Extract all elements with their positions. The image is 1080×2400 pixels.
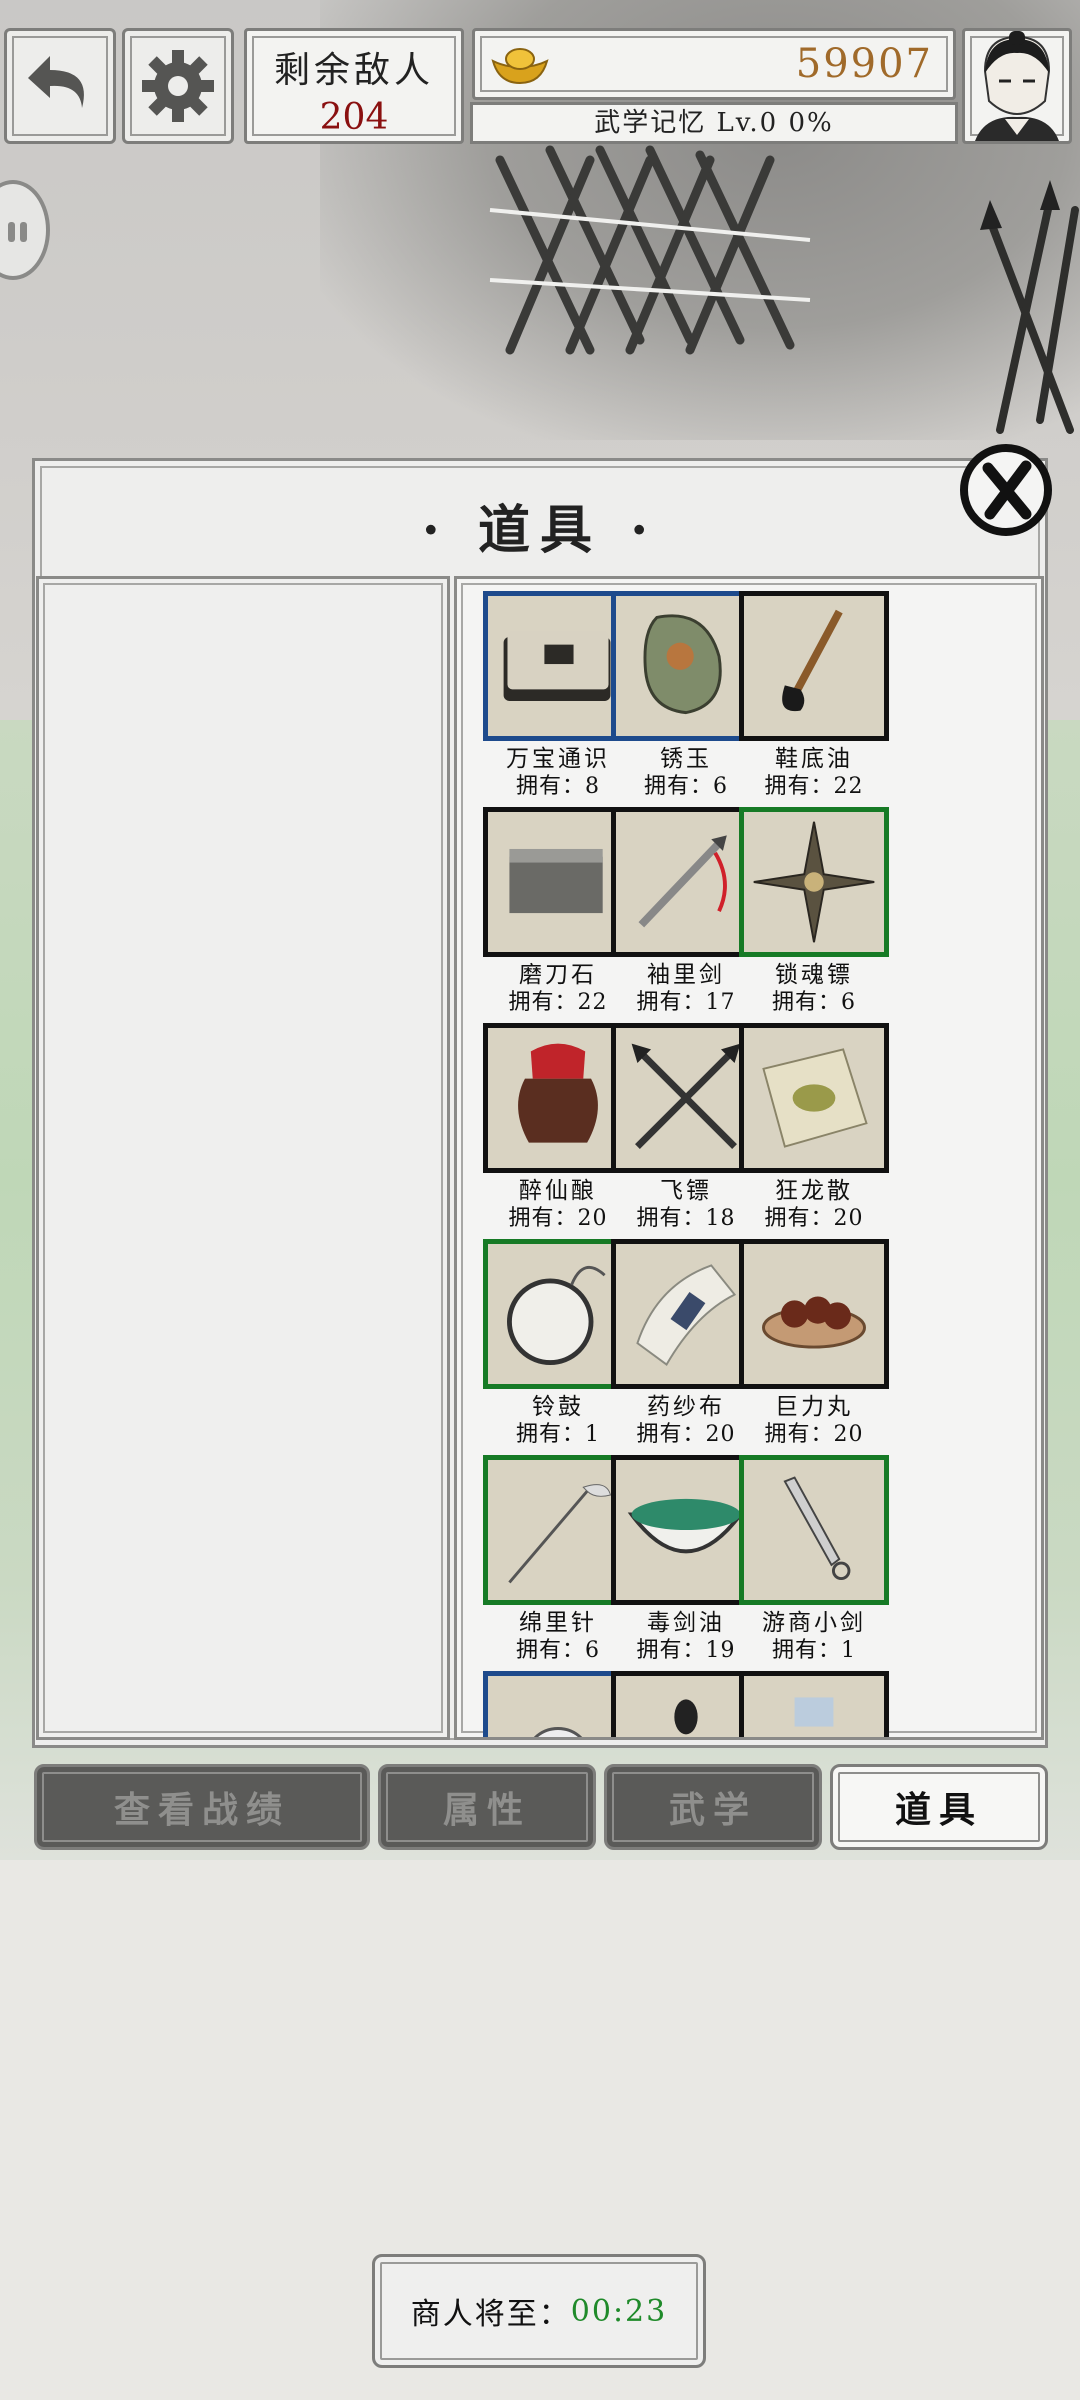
sword-icon bbox=[638, 835, 727, 928]
enemies-remaining-panel: 剩余敌人 204 bbox=[244, 28, 464, 144]
merchant-countdown: 00:23 bbox=[570, 2293, 668, 2329]
whetstone-icon bbox=[509, 848, 603, 914]
item-art-icon bbox=[794, 1697, 834, 1727]
item-name: 游商小剑 bbox=[762, 1610, 866, 1636]
item-image bbox=[739, 1239, 889, 1389]
item-name: 锁魂镖 bbox=[775, 962, 853, 988]
enemies-count: 204 bbox=[319, 97, 389, 138]
gold-amount: 59907 bbox=[795, 41, 933, 87]
martial-memory-level: 武学记忆 Lv.0 0% bbox=[470, 102, 958, 144]
item-slot[interactable]: 游商小剑 拥有：1 bbox=[739, 1455, 889, 1665]
tab-battle-record[interactable]: 查看战绩 bbox=[34, 1764, 370, 1850]
bandage-icon bbox=[636, 1264, 737, 1366]
book-icon bbox=[503, 631, 611, 701]
merchant-label: 商人将至： bbox=[410, 2297, 571, 2332]
item-slot-partial[interactable] bbox=[739, 1671, 889, 1737]
item-slot[interactable]: 巨力丸 拥有：20 bbox=[739, 1239, 889, 1449]
back-arrow-icon bbox=[28, 56, 84, 108]
merchant-timer-panel: 商人将至： 00:23 bbox=[372, 2254, 706, 2368]
dagger-icon bbox=[783, 1476, 851, 1581]
poison-bowl-icon bbox=[627, 1498, 745, 1554]
avatar-button[interactable] bbox=[962, 28, 1072, 144]
item-count: 拥有：22 bbox=[764, 774, 864, 799]
item-name: 狂龙散 bbox=[775, 1178, 853, 1204]
gear-icon bbox=[142, 50, 214, 122]
item-count: 拥有：6 bbox=[772, 990, 856, 1015]
fence-barricade-icon bbox=[489, 145, 811, 355]
item-name: 鞋底油 bbox=[775, 746, 853, 772]
item-name: 巨力丸 bbox=[775, 1394, 853, 1420]
pills-icon bbox=[762, 1296, 866, 1349]
item-slot[interactable]: 锁魂镖 拥有：6 bbox=[739, 807, 889, 1017]
needle-icon bbox=[508, 1484, 612, 1584]
back-button[interactable] bbox=[4, 28, 116, 144]
close-button[interactable] bbox=[956, 440, 1056, 540]
item-count: 拥有：20 bbox=[764, 1422, 864, 1447]
item-art-icon bbox=[533, 1727, 583, 1737]
item-image bbox=[739, 1023, 889, 1173]
item-art-icon bbox=[674, 1699, 698, 1735]
item-slot[interactable]: 狂龙散 拥有：20 bbox=[739, 1023, 889, 1233]
pause-icon bbox=[8, 222, 27, 242]
item-image bbox=[739, 807, 889, 957]
item-grid[interactable]: 万宝通识 拥有：8 锈玉 拥有：6 鞋底油 拥有：22 磨刀石 拥有：22 袖里剑 拥有：17 锁魂… bbox=[454, 576, 1044, 1740]
spear-rack-icon bbox=[980, 180, 1079, 434]
gold-panel: 59907 bbox=[472, 28, 956, 100]
close-x-icon bbox=[960, 444, 1052, 536]
character-portrait-icon bbox=[975, 31, 1059, 141]
settings-button[interactable] bbox=[122, 28, 234, 144]
item-count: 拥有：1 bbox=[772, 1638, 856, 1663]
item-slot[interactable]: 鞋底油 拥有：22 bbox=[739, 591, 889, 801]
item-detail-pane bbox=[36, 576, 450, 1740]
item-image bbox=[739, 1455, 889, 1605]
crossed-darts-icon bbox=[631, 1043, 741, 1149]
item-image bbox=[739, 1671, 889, 1737]
tambourine-icon bbox=[507, 1265, 606, 1365]
tab-items[interactable]: 道具 bbox=[830, 1764, 1048, 1850]
item-count: 拥有：20 bbox=[764, 1206, 864, 1231]
wine-jar-icon bbox=[518, 1043, 598, 1143]
gold-ingot-icon bbox=[491, 48, 549, 85]
panel-title: · 道具 · bbox=[421, 500, 659, 561]
item-image bbox=[739, 591, 889, 741]
dart-icon bbox=[753, 821, 875, 943]
enemies-label: 剩余敌人 bbox=[273, 50, 434, 91]
tab-attributes[interactable]: 属性 bbox=[378, 1764, 596, 1850]
jade-icon bbox=[643, 614, 722, 715]
tab-martial-arts[interactable]: 武学 bbox=[604, 1764, 822, 1850]
brush-icon bbox=[782, 609, 843, 712]
powder-icon bbox=[762, 1048, 868, 1148]
